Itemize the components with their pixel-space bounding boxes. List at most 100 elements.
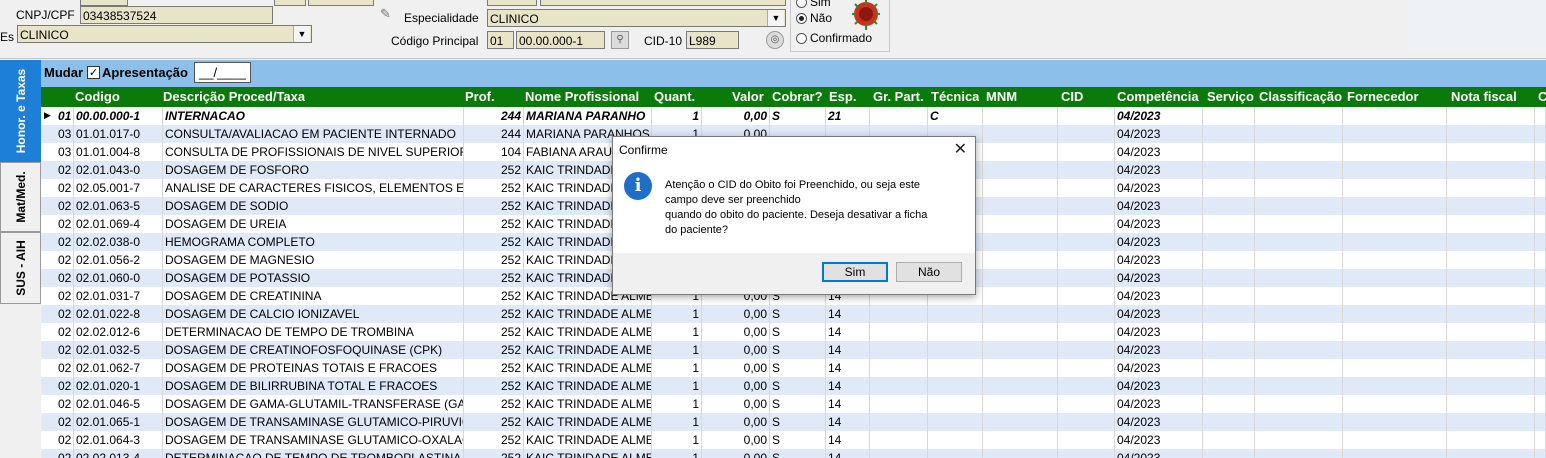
cell-mnm[interactable]: [983, 449, 1058, 458]
cell-comp[interactable]: 04/2023: [1115, 107, 1203, 125]
col-nome-profissional[interactable]: Nome Profissional: [525, 87, 639, 107]
cell-classif[interactable]: [1255, 215, 1343, 233]
cell-prof[interactable]: 252: [464, 161, 524, 179]
cell-mnm[interactable]: [983, 323, 1058, 341]
cell-nome[interactable]: KAIC TRINDADE ALME: [524, 341, 652, 359]
cell-desc[interactable]: DOSAGEM DE POTASSIO: [163, 269, 464, 287]
cell-gpart[interactable]: [870, 413, 928, 431]
cell-serv[interactable]: [1203, 341, 1255, 359]
cell-forn[interactable]: [1343, 233, 1447, 251]
cell-gpart[interactable]: [870, 449, 928, 458]
cell-tec[interactable]: C: [928, 107, 983, 125]
cell-desc[interactable]: DOSAGEM DE CALCIO IONIZAVEL: [163, 305, 464, 323]
cell-nf[interactable]: [1447, 323, 1535, 341]
cell-nf[interactable]: [1447, 143, 1535, 161]
cell-mnm[interactable]: [983, 359, 1058, 377]
cell-mnm[interactable]: [983, 413, 1058, 431]
cell-tec[interactable]: [928, 431, 983, 449]
cell-gpart[interactable]: [870, 395, 928, 413]
cell-comp[interactable]: 04/2023: [1115, 197, 1203, 215]
cell-forn[interactable]: [1343, 143, 1447, 161]
cell-cid[interactable]: [1058, 341, 1115, 359]
cell-desc[interactable]: DOSAGEM DE BILIRRUBINA TOTAL E FRACOES: [163, 377, 464, 395]
cell-forn[interactable]: [1343, 179, 1447, 197]
cell-prof[interactable]: 244: [464, 125, 524, 143]
cell-esp[interactable]: 14: [826, 395, 870, 413]
cell-prof[interactable]: 252: [464, 377, 524, 395]
cell-c[interactable]: [1535, 215, 1546, 233]
cell-prof[interactable]: 252: [464, 395, 524, 413]
cell-nome[interactable]: KAIC TRINDADE ALME: [524, 431, 652, 449]
cell-tec[interactable]: [928, 395, 983, 413]
cell-cid[interactable]: [1058, 269, 1115, 287]
cell-gpart[interactable]: [870, 107, 928, 125]
cell-comp[interactable]: 04/2023: [1115, 251, 1203, 269]
cell-serv[interactable]: [1203, 197, 1255, 215]
cell-desc[interactable]: DOSAGEM DE TRANSAMINASE GLUTAMICO-OXALAC…: [163, 431, 464, 449]
top-field-d[interactable]: [487, 0, 537, 6]
cell-cid[interactable]: [1058, 305, 1115, 323]
cell-serv[interactable]: [1203, 107, 1255, 125]
cell-forn[interactable]: [1343, 449, 1447, 458]
cell-mnm[interactable]: [983, 125, 1058, 143]
cell-prof[interactable]: 104: [464, 143, 524, 161]
cell-cid[interactable]: [1058, 179, 1115, 197]
cell-forn[interactable]: [1343, 359, 1447, 377]
col-competencia[interactable]: Competência: [1117, 87, 1199, 107]
cell-classif[interactable]: [1255, 287, 1343, 305]
cell-c[interactable]: [1535, 107, 1546, 125]
cell-quant[interactable]: 1: [652, 413, 702, 431]
cell-nome[interactable]: KAIC TRINDADE ALME: [524, 323, 652, 341]
cell-classif[interactable]: [1255, 107, 1343, 125]
cell-comp[interactable]: 04/2023: [1115, 341, 1203, 359]
cell-forn[interactable]: [1343, 431, 1447, 449]
cell-esp[interactable]: 14: [826, 377, 870, 395]
col-c[interactable]: C: [1538, 87, 1546, 107]
cell-nf[interactable]: [1447, 449, 1535, 458]
col-gr-part[interactable]: Gr. Part.: [873, 87, 924, 107]
cell-serv[interactable]: [1203, 359, 1255, 377]
cell-prof[interactable]: 244: [464, 107, 524, 125]
cell-desc[interactable]: DOSAGEM DE FOSFORO: [163, 161, 464, 179]
cell-valor[interactable]: 0,00: [702, 395, 770, 413]
col-cid[interactable]: CID: [1061, 87, 1083, 107]
cell-cobrar[interactable]: S: [770, 395, 826, 413]
cell-grp[interactable]: 02: [56, 395, 74, 413]
cell-nf[interactable]: [1447, 359, 1535, 377]
cell-tec[interactable]: [928, 305, 983, 323]
table-row[interactable]: 02 02.01.064-3 DOSAGEM DE TRANSAMINASE GLU…: [41, 431, 1546, 449]
tab-sus-aih[interactable]: SUS - AIH: [0, 232, 41, 304]
cell-nf[interactable]: [1447, 413, 1535, 431]
cell-comp[interactable]: 04/2023: [1115, 233, 1203, 251]
cell-nf[interactable]: [1447, 341, 1535, 359]
cell-serv[interactable]: [1203, 143, 1255, 161]
col-descricao[interactable]: Descrição Proced/Taxa: [163, 87, 305, 107]
cell-classif[interactable]: [1255, 449, 1343, 458]
cell-c[interactable]: [1535, 143, 1546, 161]
cell-valor[interactable]: 0,00: [702, 377, 770, 395]
cell-quant[interactable]: 1: [652, 377, 702, 395]
cell-nf[interactable]: [1447, 305, 1535, 323]
cell-cid[interactable]: [1058, 233, 1115, 251]
cell-desc[interactable]: DOSAGEM DE UREIA: [163, 215, 464, 233]
col-quant[interactable]: Quant.: [654, 87, 695, 107]
table-row[interactable]: 02 02.02.013-4 DETERMINACAO DE TEMPO DE TR…: [41, 449, 1546, 458]
cell-mnm[interactable]: [983, 341, 1058, 359]
cell-nf[interactable]: [1447, 431, 1535, 449]
col-mnm[interactable]: MNM: [986, 87, 1017, 107]
cell-comp[interactable]: 04/2023: [1115, 305, 1203, 323]
cell-esp[interactable]: 14: [826, 449, 870, 458]
top-field-b[interactable]: [274, 0, 306, 6]
cell-c[interactable]: [1535, 251, 1546, 269]
cell-desc[interactable]: DOSAGEM DE CREATININA: [163, 287, 464, 305]
cell-grp[interactable]: 02: [56, 161, 74, 179]
cell-forn[interactable]: [1343, 107, 1447, 125]
cell-nome[interactable]: KAIC TRINDADE ALME: [524, 449, 652, 458]
cell-cod[interactable]: 02.01.069-4: [74, 215, 163, 233]
cell-prof[interactable]: 252: [464, 413, 524, 431]
cell-cid[interactable]: [1058, 197, 1115, 215]
cell-desc[interactable]: DETERMINACAO DE TEMPO DE TROMBINA: [163, 323, 464, 341]
cell-serv[interactable]: [1203, 269, 1255, 287]
cell-tec[interactable]: [928, 377, 983, 395]
cell-cod[interactable]: 02.02.012-6: [74, 323, 163, 341]
